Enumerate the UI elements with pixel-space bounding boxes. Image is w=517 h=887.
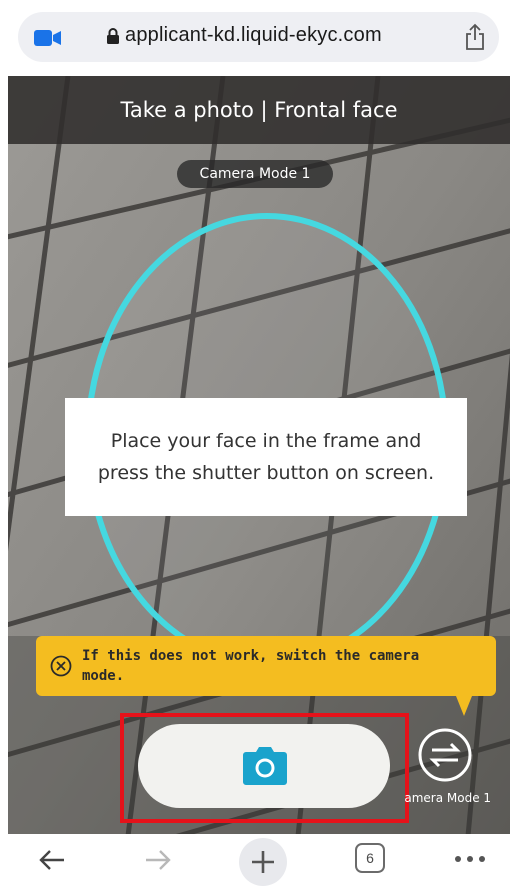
instruction-line-2: press the shutter button on screen.: [97, 462, 435, 484]
tooltip-pointer: [456, 696, 472, 716]
address-bar[interactable]: applicant-kd.liquid-ekyc.com: [18, 12, 499, 62]
camera-mode-text: Camera Mode 1: [199, 166, 311, 182]
tooltip-line-2: mode.: [82, 668, 125, 684]
tabs-button[interactable]: 6: [355, 843, 385, 873]
video-icon[interactable]: [34, 30, 62, 46]
camera-viewport: Take a photo | Frontal face Camera Mode …: [8, 76, 510, 834]
page-title: Take a photo | Frontal face: [120, 98, 398, 122]
back-arrow-icon[interactable]: [34, 842, 70, 878]
new-tab-button[interactable]: [239, 838, 287, 886]
plus-icon: [252, 851, 274, 873]
forward-arrow-icon[interactable]: [140, 842, 176, 878]
instruction-line-1: Place your face in the frame and: [110, 430, 422, 452]
browser-toolbar: 6: [0, 834, 517, 887]
switch-camera-label: Camera Mode 1: [404, 791, 510, 811]
more-icon[interactable]: [452, 852, 488, 866]
tabs-count: 6: [366, 850, 374, 866]
tooltip-line-1: If this does not work, switch the camera: [82, 648, 420, 664]
share-icon[interactable]: [464, 23, 486, 51]
highlight-box: [120, 713, 409, 823]
close-circle-icon[interactable]: [50, 655, 72, 677]
title-bar: Take a photo | Frontal face: [8, 76, 510, 144]
instruction-box: Place your face in the frame and press t…: [65, 398, 467, 516]
lock-icon: [107, 28, 119, 44]
url-text[interactable]: applicant-kd.liquid-ekyc.com: [125, 24, 382, 47]
camera-mode-badge: Camera Mode 1: [177, 160, 333, 188]
switch-camera-label-text: Camera Mode 1: [404, 791, 492, 805]
switch-camera-icon[interactable]: [417, 727, 473, 783]
switch-mode-tooltip: If this does not work, switch the camera…: [36, 636, 496, 696]
tooltip-text: If this does not work, switch the camera…: [82, 646, 482, 686]
browser-url-area: applicant-kd.liquid-ekyc.com: [0, 0, 517, 76]
